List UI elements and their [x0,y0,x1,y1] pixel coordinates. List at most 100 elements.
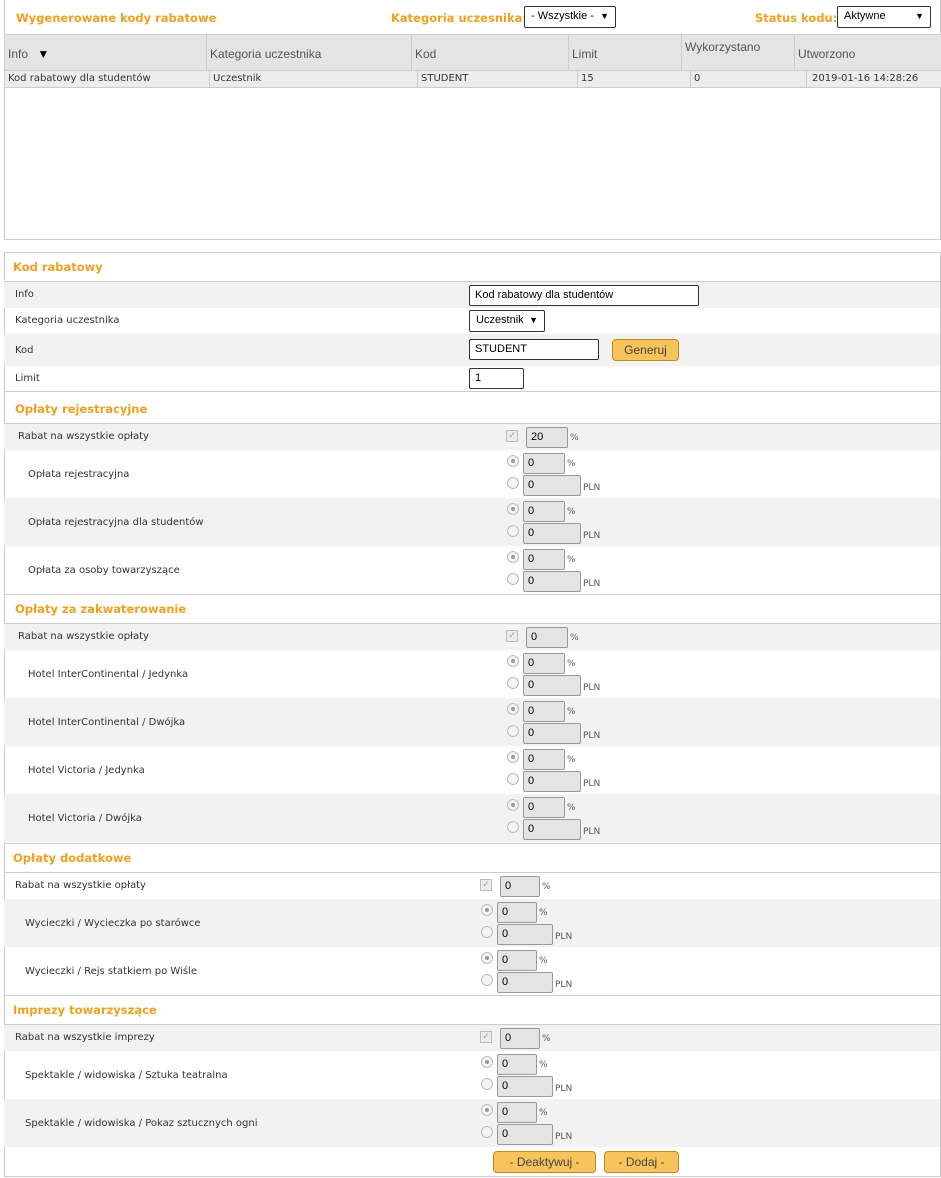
percent-radio[interactable] [507,751,519,763]
pln-input[interactable]: 0 [497,1076,553,1097]
percent-input[interactable]: 0 [497,902,537,923]
column-header-created[interactable]: Utworzono [795,35,941,71]
percent-input[interactable]: 0 [523,701,565,722]
section-title-additional: Opłaty dodatkowe [13,851,132,865]
percent-radio[interactable] [481,1056,493,1068]
events-all-percent-input[interactable]: 0 [500,1028,540,1049]
pln-unit: PLN [583,483,601,493]
pln-input[interactable]: 0 [523,723,581,744]
sort-down-icon[interactable]: ▼ [37,47,49,61]
status-filter-value: Aktywne [844,10,886,22]
percent-input[interactable]: 0 [523,501,565,522]
checkmark-icon: ✓ [508,431,516,441]
additional-all-percent-input[interactable]: 0 [500,876,540,897]
column-header-category[interactable]: Kategoria uczestnika [207,35,412,71]
accommodation-all-checkbox[interactable]: ✓ [506,630,518,642]
pln-input[interactable]: 0 [523,771,581,792]
code-input[interactable]: STUDENT [469,339,599,360]
cell-code: STUDENT [418,71,578,88]
pln-input[interactable]: 0 [523,571,581,592]
pln-radio[interactable] [481,1126,493,1138]
registration-all-checkbox[interactable]: ✓ [506,430,518,442]
percent-radio[interactable] [507,655,519,667]
chevron-down-icon: ▼ [915,11,924,21]
percent-input[interactable]: 0 [523,549,565,570]
events-item-label: Spektakle / widowiska / Pokaz sztucznych… [25,1118,258,1129]
percent-input[interactable]: 0 [523,653,565,674]
checkmark-icon: ✓ [508,631,516,641]
percent-radio[interactable] [507,799,519,811]
info-input[interactable]: Kod rabatowy dla studentów [469,285,699,306]
category-filter-value: - Wszystkie - [531,10,594,22]
section-title-events: Imprezy towarzyszące [13,1003,157,1017]
cell-used: 0 [691,71,807,88]
pln-radio[interactable] [481,926,493,938]
generate-button[interactable]: Generuj [612,339,679,361]
section-title-registration: Opłaty rejestracyjne [15,402,148,416]
section-title-accommodation: Opłaty za zakwaterowanie [15,602,187,616]
accommodation-all-label: Rabat na wszystkie opłaty [18,631,149,642]
pln-radio[interactable] [507,525,519,537]
column-header-used[interactable]: Wykorzystano [682,35,795,71]
pln-radio[interactable] [507,821,519,833]
percent-radio[interactable] [507,503,519,515]
pln-input[interactable]: 0 [523,675,581,696]
percent-radio[interactable] [481,1104,493,1116]
category-select[interactable]: Uczestnik ▼ [469,310,545,332]
percent-radio[interactable] [481,904,493,916]
accommodation-item-label: Hotel InterContinental / Jedynka [28,669,189,680]
accommodation-item-label: Hotel Victoria / Jedynka [28,765,145,776]
pln-radio[interactable] [507,773,519,785]
events-item-label: Spektakle / widowiska / Sztuka teatralna [25,1070,228,1081]
pln-radio[interactable] [507,573,519,585]
column-header-limit[interactable]: Limit [569,35,682,71]
category-label: Kategoria uczestnika [15,315,120,326]
percent-input[interactable]: 0 [523,797,565,818]
cell-category: Uczestnik [210,71,418,88]
form-title: Kod rabatowy [13,260,103,274]
chevron-down-icon: ▼ [600,11,609,21]
percent-input[interactable]: 0 [497,1054,537,1075]
limit-input[interactable]: 1 [469,368,524,389]
pln-radio[interactable] [507,477,519,489]
percent-input[interactable]: 0 [523,749,565,770]
pln-input[interactable]: 0 [523,523,581,544]
registration-all-label: Rabat na wszystkie opłaty [18,431,149,442]
registration-all-percent-input[interactable]: 20 [526,427,568,448]
limit-label: Limit [15,373,40,384]
events-all-label: Rabat na wszystkie imprezy [15,1032,155,1043]
code-label: Kod [15,345,34,356]
percent-radio[interactable] [507,455,519,467]
divider [4,391,941,392]
pln-input[interactable]: 0 [497,972,553,993]
column-header-info[interactable]: Info ▼ [5,35,207,71]
info-label: Info [15,289,34,300]
events-all-checkbox[interactable]: ✓ [480,1031,492,1043]
pln-radio[interactable] [481,974,493,986]
pln-input[interactable]: 0 [497,1124,553,1145]
pln-unit: PLN [555,1132,573,1142]
pln-input[interactable]: 0 [497,924,553,945]
percent-input[interactable]: 0 [523,453,565,474]
percent-radio[interactable] [481,952,493,964]
category-filter-select[interactable]: - Wszystkie - ▼ [524,6,616,28]
accommodation-all-percent-input[interactable]: 0 [526,627,568,648]
status-filter-select[interactable]: Aktywne ▼ [837,6,931,28]
table-row[interactable]: Kod rabatowy dla studentów Uczestnik STU… [5,71,941,88]
chevron-down-icon: ▼ [529,315,538,325]
column-header-code[interactable]: Kod [412,35,569,71]
percent-input[interactable]: 0 [497,1102,537,1123]
pln-input[interactable]: 0 [523,475,581,496]
checkmark-icon: ✓ [482,1032,490,1042]
percent-radio[interactable] [507,703,519,715]
pln-input[interactable]: 0 [523,819,581,840]
percent-radio[interactable] [507,551,519,563]
pln-radio[interactable] [507,725,519,737]
additional-all-checkbox[interactable]: ✓ [480,879,492,891]
pln-radio[interactable] [507,677,519,689]
pln-radio[interactable] [481,1078,493,1090]
cell-limit: 15 [578,71,691,88]
add-button[interactable]: - Dodaj - [604,1151,679,1173]
percent-input[interactable]: 0 [497,950,537,971]
deactivate-button[interactable]: - Deaktywuj - [493,1151,596,1173]
